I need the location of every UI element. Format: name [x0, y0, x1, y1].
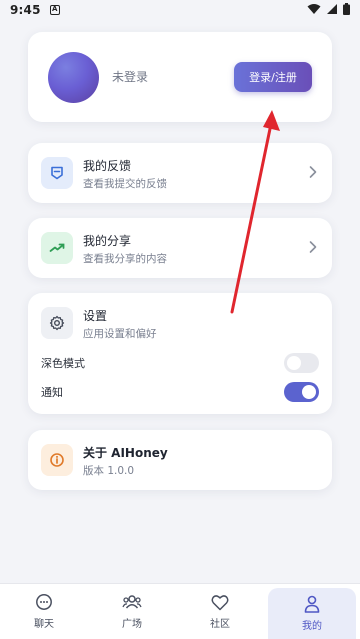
gear-icon: [41, 307, 73, 339]
menu-title: 我的反馈: [83, 159, 132, 173]
profile-name: 未登录: [112, 70, 149, 84]
notifications-row: 通知: [41, 381, 319, 403]
nav-label: 社区: [210, 618, 230, 630]
menu-item-feedback[interactable]: 我的反馈 查看我提交的反馈: [28, 143, 332, 203]
login-register-button[interactable]: 登录/注册: [234, 62, 312, 92]
info-icon: [41, 444, 73, 476]
nav-plaza[interactable]: 广场: [88, 584, 176, 639]
toggle-knob: [287, 356, 301, 370]
dark-mode-toggle[interactable]: [284, 353, 319, 373]
notifications-toggle[interactable]: [284, 382, 319, 402]
dark-mode-label: 深色模式: [41, 357, 85, 370]
chat-icon: [36, 594, 52, 610]
notifications-label: 通知: [41, 386, 63, 399]
menu-subtitle: 查看我分享的内容: [83, 253, 167, 265]
menu-title: 关于 AIHoney: [83, 446, 168, 460]
menu-subtitle: 版本 1.0.0: [83, 465, 135, 477]
chevron-right-icon: [309, 241, 317, 253]
battery-icon: [343, 3, 350, 15]
toggle-knob: [302, 385, 316, 399]
nav-community[interactable]: 社区: [176, 584, 264, 639]
users-icon: [122, 595, 142, 609]
share-icon: [41, 232, 73, 264]
signal-icon: [327, 4, 337, 14]
bottom-nav: 聊天 广场 社区 我的: [0, 583, 360, 639]
notification-icon: A: [49, 5, 60, 15]
nav-label: 聊天: [34, 619, 54, 630]
chevron-right-icon: [309, 166, 317, 178]
nav-label: 我的: [302, 621, 322, 632]
avatar[interactable]: [48, 52, 99, 103]
menu-subtitle: 应用设置和偏好: [83, 328, 157, 340]
status-time: 9:45: [10, 3, 41, 17]
nav-label: 广场: [122, 619, 142, 630]
nav-chat[interactable]: 聊天: [0, 584, 88, 639]
person-icon: [304, 595, 320, 613]
heart-icon: [211, 594, 229, 610]
menu-subtitle: 查看我提交的反馈: [83, 178, 167, 190]
feedback-icon: [41, 157, 73, 189]
settings-card: 设置 应用设置和偏好 深色模式 通知: [28, 293, 332, 414]
menu-item-share[interactable]: 我的分享 查看我分享的内容: [28, 218, 332, 278]
menu-title: 设置: [83, 309, 108, 323]
status-icons: [307, 3, 350, 15]
menu-title: 我的分享: [83, 234, 132, 248]
wifi-icon: [307, 4, 321, 14]
menu-item-about[interactable]: 关于 AIHoney 版本 1.0.0: [28, 430, 332, 490]
dark-mode-row: 深色模式: [41, 352, 319, 374]
nav-mine[interactable]: 我的: [268, 588, 356, 639]
profile-card: 未登录 登录/注册: [28, 32, 332, 122]
status-bar: 9:45 A: [0, 0, 360, 20]
